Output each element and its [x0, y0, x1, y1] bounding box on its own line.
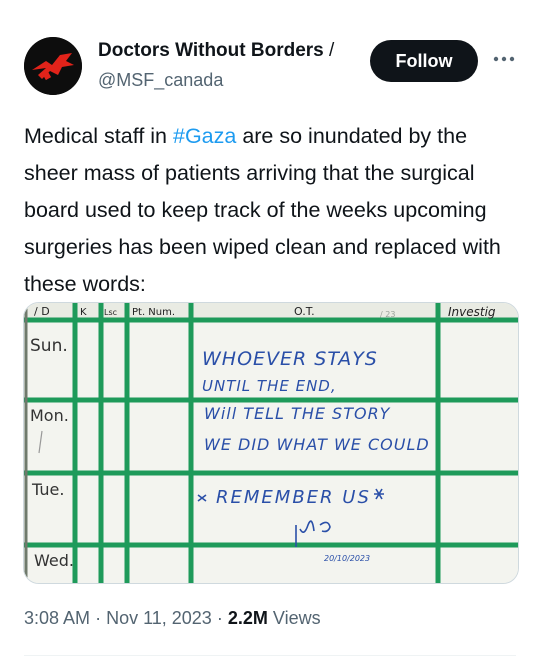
- board-header-investig: Investig: [448, 305, 496, 319]
- msf-logo-icon: [24, 37, 82, 95]
- board-message-line-3: Will TELL THE STORY: [204, 404, 391, 423]
- views-count: 2.2M: [227, 608, 268, 628]
- tweet-date-link[interactable]: Nov 11, 2023: [106, 608, 212, 628]
- gaza-hashtag-link[interactable]: #Gaza: [173, 124, 236, 148]
- tweet-photo[interactable]: / D K Lsc Pt. Num. O.T. / 23 Investig Su…: [23, 302, 519, 584]
- views-label: Views: [272, 608, 321, 628]
- follow-button[interactable]: Follow: [370, 40, 478, 82]
- board-message-line-1: WHOEVER STAYS: [202, 348, 378, 370]
- tweet-time-link[interactable]: 3:08 AM: [24, 608, 90, 628]
- board-header-k: K: [80, 307, 87, 318]
- more-options-icon[interactable]: [491, 49, 517, 69]
- tweet-text-before: Medical staff in: [24, 124, 173, 148]
- board-message-line-4: WE DID WHAT WE COULD: [204, 435, 430, 454]
- surgical-board-photo: / D K Lsc Pt. Num. O.T. / 23 Investig Su…: [24, 303, 518, 583]
- board-date: 20/10/2023: [324, 554, 370, 563]
- author-name-truncation: /: [329, 40, 335, 61]
- board-day-tue: Tue.: [31, 480, 64, 499]
- board-message-line-2: UNTIL THE END,: [202, 377, 337, 395]
- board-day-sun: Sun.: [30, 336, 68, 356]
- author-handle[interactable]: @MSF_canada: [98, 70, 223, 91]
- tweet-header: Doctors Without Borders / @MSF_canada Fo…: [0, 0, 540, 110]
- board-message-line-5: REMEMBER US: [216, 487, 371, 508]
- meta-separator: ·: [95, 608, 102, 628]
- tweet-meta: 3:08 AM · Nov 11, 2023 · 2.2M Views: [24, 608, 321, 629]
- tweet-text-after: are so inundated by the sheer mass of pa…: [24, 124, 501, 296]
- board-header-day: / D: [34, 305, 50, 318]
- board-day-mon: Mon.: [30, 406, 69, 425]
- board-day-wed: Wed.: [34, 551, 74, 570]
- board-header-lsc: Lsc: [104, 308, 117, 317]
- author-name-text[interactable]: Doctors Without Borders: [98, 40, 324, 61]
- divider: [24, 655, 516, 656]
- board-header-pt-num: Pt. Num.: [132, 307, 175, 318]
- author-name[interactable]: Doctors Without Borders /: [98, 40, 358, 62]
- board-header-ot: O.T.: [294, 305, 315, 318]
- board-header-year: / 23: [380, 310, 395, 319]
- meta-separator: ·: [216, 608, 223, 628]
- tweet-text: Medical staff in #Gaza are so inundated …: [24, 118, 519, 303]
- msf-logo-avatar[interactable]: [24, 37, 82, 95]
